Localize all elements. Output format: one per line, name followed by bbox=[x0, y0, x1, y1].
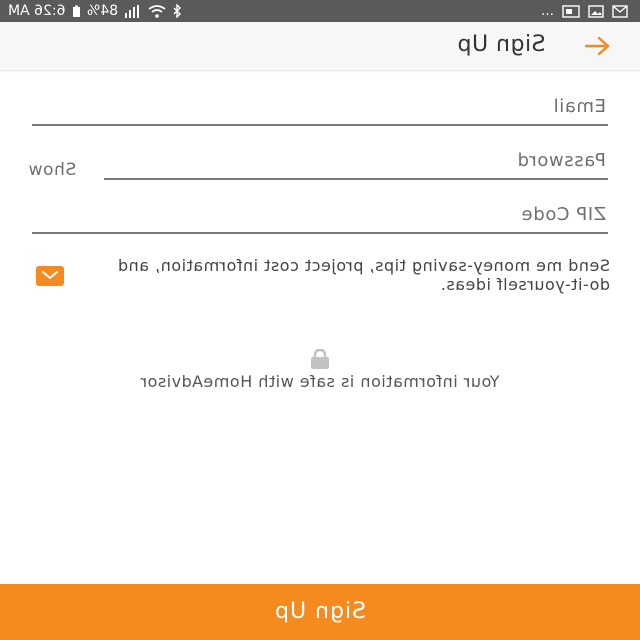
password-placeholder: Password bbox=[517, 150, 606, 171]
screen: 6:26 AM 84% … Sign Up Email Show Passwor… bbox=[0, 0, 640, 640]
show-password-toggle[interactable]: Show bbox=[28, 160, 76, 180]
status-time: 6:26 AM bbox=[8, 3, 66, 19]
status-left: 6:26 AM 84% bbox=[8, 0, 182, 22]
more-dots: … bbox=[541, 3, 554, 19]
sign-up-label: Sign Up bbox=[273, 599, 367, 624]
status-bar: 6:26 AM 84% … bbox=[0, 0, 640, 22]
consent-label: Send me money-saving tips, project cost … bbox=[117, 256, 610, 294]
lock-icon bbox=[306, 348, 334, 370]
page-title: Sign Up bbox=[457, 32, 546, 57]
checkbox-checked-icon[interactable] bbox=[36, 266, 64, 286]
zip-code-placeholder: ZIP Code bbox=[520, 204, 606, 225]
wifi-icon bbox=[148, 4, 166, 18]
password-field[interactable]: Password bbox=[104, 150, 608, 180]
safe-message: Your information is safe with HomeAdviso… bbox=[0, 372, 640, 391]
notification-icon bbox=[562, 4, 580, 18]
bluetooth-icon bbox=[172, 4, 182, 18]
safe-text: Your information is safe with HomeAdviso… bbox=[140, 372, 500, 391]
image-icon bbox=[588, 4, 604, 18]
battery-icon bbox=[72, 5, 81, 18]
consent-text: Send me money-saving tips, project cost … bbox=[110, 256, 610, 294]
email-placeholder: Email bbox=[553, 96, 606, 117]
mail-icon bbox=[612, 4, 628, 18]
sign-up-button[interactable]: Sign Up bbox=[0, 584, 640, 640]
status-right: … bbox=[541, 0, 628, 22]
email-field[interactable]: Email bbox=[32, 96, 608, 126]
zip-code-field[interactable]: ZIP Code bbox=[32, 204, 608, 234]
battery-percent: 84% bbox=[86, 3, 118, 19]
signal-icon bbox=[124, 4, 142, 18]
arrow-back-icon[interactable] bbox=[584, 34, 612, 58]
app-bar: Sign Up bbox=[0, 22, 640, 70]
